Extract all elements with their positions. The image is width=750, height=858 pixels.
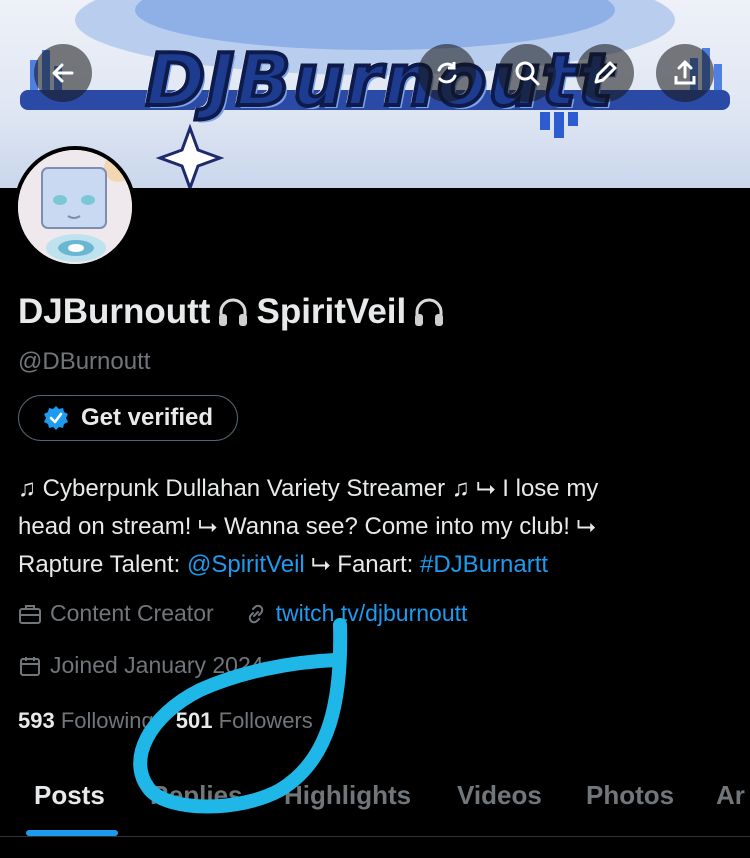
profile-avatar[interactable] [14, 146, 136, 268]
active-tab-indicator [26, 830, 118, 836]
follow-stats: 593 Following 501 Followers [18, 708, 313, 734]
user-handle: @DBurnoutt [18, 348, 151, 375]
following-stat[interactable]: 593 Following [18, 708, 154, 734]
website-link[interactable]: twitch.tv/djburnoutt [276, 600, 468, 627]
joined-date: Joined January 2024 [50, 652, 264, 678]
share-button[interactable] [656, 44, 714, 102]
bio-line: ♫ Cyberpunk Dullahan Variety Streamer ♫ … [18, 475, 599, 502]
calendar-icon [20, 656, 40, 676]
tab-articles[interactable]: Ar [716, 780, 745, 811]
followers-count: 501 [175, 708, 213, 733]
category-label: Content Creator [50, 600, 214, 626]
avatar-image [18, 150, 132, 264]
bio-text: ⮡ Fanart: [304, 551, 420, 578]
edit-button[interactable] [576, 44, 634, 102]
verified-badge-icon [44, 406, 68, 430]
edit-icon [594, 61, 617, 84]
search-icon [515, 61, 540, 86]
display-name: DJBurnoutt SpiritVeil [18, 292, 446, 332]
banner-logo-text: DJBurnoutt [143, 36, 615, 124]
headphones-icon [415, 298, 444, 326]
headphones-icon [219, 298, 248, 326]
tab-posts[interactable]: Posts [34, 780, 105, 811]
following-count: 593 [18, 708, 55, 733]
back-icon [52, 63, 74, 83]
mention-link[interactable]: @SpiritVeil [187, 551, 305, 578]
share-icon [674, 60, 696, 85]
back-button[interactable] [34, 44, 92, 102]
search-button[interactable] [498, 44, 556, 102]
link-icon [248, 604, 263, 623]
hashtag-link[interactable]: #DJBurnartt [420, 551, 548, 578]
refresh-icon [437, 62, 457, 84]
profile-tabs: Posts Replies Highlights Videos Photos A… [0, 770, 750, 837]
bio-line: head on stream! ⮡ Wanna see? Come into m… [18, 513, 596, 540]
tab-highlights[interactable]: Highlights [284, 780, 411, 811]
tab-photos[interactable]: Photos [586, 780, 674, 811]
profile-meta: Content Creator twitch.tv/djburnoutt [18, 600, 467, 627]
chevron-right-icon[interactable] [272, 657, 290, 675]
tab-replies[interactable]: Replies [150, 780, 243, 811]
bio-line: Rapture Talent: @SpiritVeil ⮡ Fanart: #D… [18, 546, 730, 584]
followers-stat[interactable]: 501 Followers [176, 708, 313, 734]
display-name-suffix: SpiritVeil [256, 292, 407, 331]
bio-text: Rapture Talent: [18, 551, 187, 578]
refresh-button[interactable] [418, 44, 476, 102]
get-verified-button[interactable]: Get verified [18, 395, 239, 441]
following-label: Following [60, 708, 154, 733]
briefcase-icon [19, 604, 41, 624]
tab-videos[interactable]: Videos [457, 780, 542, 811]
display-name-text: DJBurnoutt [18, 292, 211, 331]
profile-bio: ♫ Cyberpunk Dullahan Variety Streamer ♫ … [18, 470, 730, 584]
joined-row: Joined January 2024 [18, 652, 290, 679]
followers-label: Followers [218, 708, 313, 733]
get-verified-label: Get verified [81, 404, 214, 431]
